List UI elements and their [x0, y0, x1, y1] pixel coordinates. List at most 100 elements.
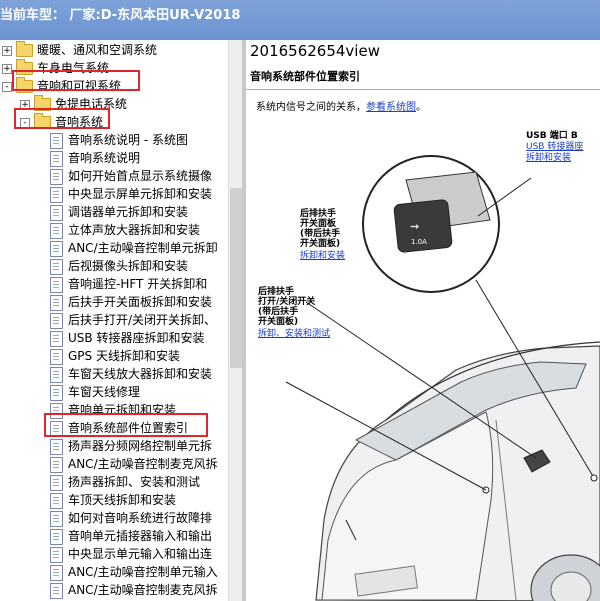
tree-item[interactable]: 后扶手开关面板拆卸和安装 [50, 293, 212, 311]
tree-item[interactable]: 后扶手打开/关闭开关拆卸、 [50, 311, 216, 329]
tree-item-label: 调谐器单元拆卸和安装 [68, 205, 189, 219]
tree-item[interactable]: 车窗天线修理 [50, 383, 140, 401]
tree-item[interactable]: ANC/主动噪音控制麦克风拆 [50, 455, 218, 473]
system-diagram-link[interactable]: 参看系统图 [366, 102, 416, 113]
tree-item[interactable]: 中央显示单元输入和输出连 [50, 545, 212, 563]
document-icon [50, 222, 63, 239]
document-icon [50, 276, 63, 293]
tree-item[interactable]: 音响单元插接器输入和输出 [50, 527, 212, 545]
document-icon [50, 240, 63, 257]
document-icon [50, 186, 63, 203]
document-icon [50, 474, 63, 491]
highlight-audio-visual [12, 70, 140, 91]
tree-item-label: ANC/主动噪音控制麦克风拆 [68, 583, 218, 597]
tree-item[interactable]: 车窗天线放大器拆卸和安装 [50, 365, 212, 383]
usb-symbol: ⇝ [410, 220, 419, 233]
armrest-panel-label: 后排扶手 开关面板 (带后扶手 开关面板) [300, 209, 341, 249]
tree-item-label: 音响系统说明 [68, 151, 141, 165]
tree-item[interactable]: USB 转接器座拆卸和安装 [50, 329, 204, 347]
document-intro: 系统内信号之间的关系，参看系统图。 [256, 98, 426, 113]
tree-scrollbar[interactable] [228, 40, 243, 601]
document-icon [50, 330, 63, 347]
component-location-illustration: ⇝ 1.0A [285, 155, 600, 601]
tree-scrollbar-thumb[interactable] [230, 188, 242, 368]
tree-item-label: 音响系统说明 - 系统图 [68, 133, 188, 147]
usb-location-marker [590, 474, 598, 482]
intro-end: 。 [416, 102, 426, 113]
document-icon [50, 564, 63, 581]
tree-item-label: 音响遥控-HFT 开关拆卸和 [68, 277, 208, 291]
tree-item[interactable]: 音响系统说明 [50, 149, 140, 167]
document-icon [50, 294, 63, 311]
usb-adapter-remove-link[interactable]: 拆卸和安装 [526, 153, 571, 163]
tree-item-label: ANC/主动噪音控制单元输入 [68, 565, 218, 579]
collapse-icon[interactable]: - [2, 81, 12, 92]
tree-item[interactable]: ANC/主动噪音控制单元输入 [50, 563, 218, 581]
highlight-location-index [44, 413, 208, 437]
tree-item[interactable]: 扬声器分频网络控制单元拆 [50, 437, 212, 455]
document-icon [50, 258, 63, 275]
document-icon [50, 582, 63, 599]
tree-item[interactable]: 音响遥控-HFT 开关拆卸和 [50, 275, 207, 293]
tree-item[interactable]: 扬声器拆卸、安装和测试 [50, 473, 200, 491]
window-title-bar: 当前车型： 厂家:D-东风本田UR-V2018 [0, 0, 600, 40]
tree-item-label: 车窗天线放大器拆卸和安装 [68, 367, 213, 381]
tree-item-label: ANC/主动噪音控制单元拆卸 [68, 241, 218, 255]
document-icon [50, 438, 63, 455]
armrest-open-switch-label: 后排扶手 打开/关闭开关 (带后扶手 开关面板) [258, 287, 316, 327]
tree-item-label: 暖暖、通风和空调系统 [37, 43, 158, 57]
document-code: 2016562654view [250, 42, 380, 60]
tree-item-label: ANC/主动噪音控制麦克风拆 [68, 457, 218, 471]
tree-item-label: 后扶手打开/关闭开关拆卸、 [68, 313, 217, 327]
tree-item-label: 中央显示单元输入和输出连 [68, 547, 213, 561]
tree-item[interactable]: 调谐器单元拆卸和安装 [50, 203, 188, 221]
tree-item[interactable]: 中央显示屏单元拆卸和安装 [50, 185, 212, 203]
folder-icon [16, 41, 33, 57]
document-icon [50, 312, 63, 329]
document-icon [50, 492, 63, 509]
tree-item-label: 如何开始首点显示系统摄像 [68, 169, 213, 183]
usb-current-label: 1.0A [411, 238, 427, 246]
tree-item-label: 后扶手开关面板拆卸和安装 [68, 295, 213, 309]
document-icon [50, 366, 63, 383]
document-icon [50, 132, 63, 149]
document-icon [50, 348, 63, 365]
tree-item-label: 后视摄像头拆卸和安装 [68, 259, 189, 273]
tree-item[interactable]: 音响系统说明 - 系统图 [50, 131, 188, 149]
expand-icon[interactable]: + [2, 45, 12, 56]
document-icon [50, 546, 63, 563]
tree-item[interactable]: ANC/主动噪音控制麦克风拆 [50, 581, 218, 599]
armrest-open-switch-link[interactable]: 拆卸、安装和测试 [258, 329, 330, 339]
usb-adapter-link[interactable]: USB 转接器座 [526, 142, 583, 152]
document-icon [50, 456, 63, 473]
usb-port-title: USB 端口 B [526, 131, 578, 141]
tree-item-label: 扬声器拆卸、安装和测试 [68, 475, 201, 489]
intro-text: 系统内信号之间的关系， [256, 102, 366, 113]
tree-item[interactable]: 后视摄像头拆卸和安装 [50, 257, 188, 275]
tree-item[interactable]: 车顶天线拆卸和安装 [50, 491, 176, 509]
window-title: 当前车型： 厂家:D-东风本田UR-V2018 [0, 8, 241, 23]
tree-item-label: 扬声器分频网络控制单元拆 [68, 439, 213, 453]
tree-item-label: 如何对音响系统进行故障排 [68, 511, 213, 525]
tree-item-label: 中央显示屏单元拆卸和安装 [68, 187, 213, 201]
document-icon [50, 528, 63, 545]
tree-item-label: 立体声放大器拆卸和安装 [68, 223, 201, 237]
armrest-panel-link[interactable]: 拆卸和安装 [300, 251, 345, 261]
document-heading: 音响系统部件位置索引 [250, 70, 360, 83]
document-icon [50, 150, 63, 167]
tree-item-label: 音响单元插接器输入和输出 [68, 529, 213, 543]
tree-item[interactable]: 如何开始首点显示系统摄像 [50, 167, 212, 185]
document-icon [50, 510, 63, 527]
tree-item[interactable]: 立体声放大器拆卸和安装 [50, 221, 200, 239]
tree-item[interactable]: GPS 天线拆卸和安装 [50, 347, 180, 365]
tree-item[interactable]: 如何对音响系统进行故障排 [50, 509, 212, 527]
tree-folder[interactable]: + 暖暖、通风和空调系统 [2, 41, 157, 59]
document-icon [50, 204, 63, 221]
tree-item-label: GPS 天线拆卸和安装 [68, 349, 180, 363]
tree-item-label: 车窗天线修理 [68, 385, 141, 399]
tree-item[interactable]: ANC/主动噪音控制单元拆卸 [50, 239, 218, 257]
tree-item-label: 车顶天线拆卸和安装 [68, 493, 177, 507]
expand-icon[interactable]: + [2, 63, 12, 74]
highlight-audio-system [14, 108, 110, 129]
document-pane: 2016562654view 音响系统部件位置索引 系统内信号之间的关系，参看系… [246, 40, 600, 601]
